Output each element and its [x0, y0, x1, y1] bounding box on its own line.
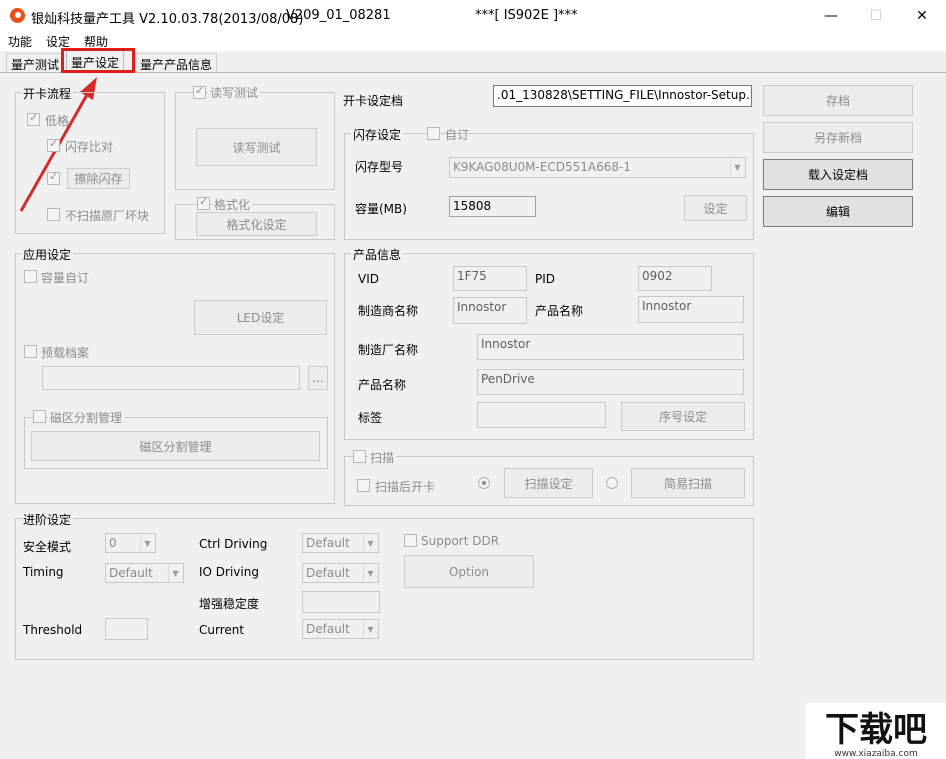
browse-button[interactable]: ... — [308, 366, 328, 390]
flash-set-button[interactable]: 设定 — [684, 195, 747, 221]
rw-test-button[interactable]: 读写测试 — [196, 128, 317, 166]
serial-settings-button[interactable]: 序号设定 — [621, 402, 745, 431]
scan-after-open-checkbox[interactable] — [357, 479, 370, 492]
capacity-custom-label: 容量自订 — [41, 269, 89, 286]
threshold-label: Threshold — [23, 623, 82, 637]
product-info-title: 产品信息 — [351, 246, 403, 263]
erase-flash-checkbox[interactable] — [47, 172, 60, 185]
ctrl-driving-select[interactable]: Default ▼ — [302, 533, 379, 553]
flash-compare-checkbox[interactable] — [47, 139, 60, 152]
stability-field[interactable] — [302, 591, 380, 613]
vid-label: VID — [358, 272, 379, 286]
safe-mode-value: 0 — [109, 536, 117, 550]
scan-checkbox[interactable] — [353, 450, 366, 463]
current-value: Default — [306, 622, 350, 636]
preload-path-input[interactable] — [42, 366, 300, 390]
option-button[interactable]: Option — [404, 555, 534, 588]
rw-test-checkbox[interactable] — [193, 86, 206, 99]
save-as-button[interactable]: 另存新档 — [763, 122, 913, 153]
flash-settings-title: 闪存设定 — [351, 126, 403, 143]
product-field[interactable]: Innostor — [638, 296, 744, 323]
stability-label: 增强稳定度 — [199, 595, 259, 612]
format-checkbox[interactable] — [197, 197, 210, 210]
setting-file-path[interactable]: .01_130828\SETTING_FILE\Innostor-Setup.i… — [493, 85, 752, 107]
flash-compare-label: 闪存比对 — [65, 138, 113, 155]
watermark-url: www.xiazaiba.com — [834, 749, 918, 759]
capacity-custom-checkbox[interactable] — [24, 270, 37, 283]
timing-value: Default — [109, 566, 153, 580]
manufacturer-field[interactable]: Innostor — [477, 334, 744, 360]
chevron-down-icon: ▼ — [363, 621, 377, 637]
vendor-label: 制造商名称 — [358, 302, 418, 319]
support-ddr-label: Support DDR — [421, 534, 499, 548]
load-settings-button[interactable]: 载入设定档 — [763, 159, 913, 190]
scan-settings-button[interactable]: 扫描设定 — [504, 468, 593, 498]
edit-button[interactable]: 编辑 — [763, 196, 913, 227]
flash-type-select[interactable]: K9KAG08U0M-ECD551A668-1 ▼ — [449, 157, 746, 178]
chevron-down-icon: ▼ — [140, 535, 154, 551]
io-driving-label: IO Driving — [199, 565, 259, 579]
partition-title: 磁区分割管理 — [48, 409, 124, 426]
vid-field[interactable]: 1F75 — [453, 266, 527, 291]
flash-custom-label: 自订 — [445, 126, 469, 143]
xiazaiba-watermark-logo: 下载吧 www.xiazaiba.com — [806, 703, 946, 759]
preload-label: 预载档案 — [41, 344, 89, 361]
no-scan-bad-label: 不扫描原厂坏块 — [65, 207, 149, 224]
threshold-field[interactable] — [105, 618, 148, 640]
product-name-label: 产品名称 — [358, 376, 406, 393]
timing-select[interactable]: Default ▼ — [105, 563, 184, 583]
tag-label: 标签 — [358, 409, 382, 426]
pid-field[interactable]: 0902 — [638, 266, 712, 291]
watermark-brand: 下载吧 — [825, 710, 927, 750]
flash-settings-group — [344, 133, 754, 240]
format-title: 格式化 — [212, 196, 252, 213]
ctrl-driving-value: Default — [306, 536, 350, 550]
flash-type-label: 闪存型号 — [355, 158, 403, 175]
safe-mode-select[interactable]: 0 ▼ — [105, 533, 156, 553]
safe-mode-label: 安全模式 — [23, 538, 71, 555]
preload-checkbox[interactable] — [24, 345, 37, 358]
no-scan-bad-checkbox[interactable] — [47, 208, 60, 221]
low-format-label: 低格 — [45, 112, 69, 129]
flash-capacity-field[interactable]: 15808 — [449, 196, 536, 217]
low-format-checkbox[interactable] — [27, 113, 40, 126]
ctrl-driving-label: Ctrl Driving — [199, 537, 267, 551]
scan-after-open-label: 扫描后开卡 — [375, 478, 435, 495]
led-settings-button[interactable]: LED设定 — [194, 300, 327, 335]
vendor-field[interactable]: Innostor — [453, 297, 527, 324]
io-driving-select[interactable]: Default ▼ — [302, 563, 379, 583]
product-name-field[interactable]: PenDrive — [477, 369, 744, 395]
flash-type-value: K9KAG08U0M-ECD551A668-1 — [453, 160, 631, 174]
setting-file-label: 开卡设定档 — [343, 92, 403, 109]
product-label: 产品名称 — [535, 302, 583, 319]
manufacturer-label: 制造厂名称 — [358, 341, 418, 358]
current-select[interactable]: Default ▼ — [302, 619, 379, 639]
flash-capacity-label: 容量(MB) — [355, 200, 407, 217]
chevron-down-icon: ▼ — [168, 565, 182, 581]
scan-title: 扫描 — [368, 449, 396, 466]
partition-checkbox[interactable] — [33, 410, 46, 423]
chevron-down-icon: ▼ — [363, 565, 377, 581]
flash-custom-checkbox[interactable] — [427, 127, 440, 140]
chevron-down-icon: ▼ — [730, 159, 744, 176]
advanced-settings-title: 进阶设定 — [21, 511, 73, 528]
scan-settings-radio[interactable] — [478, 477, 490, 489]
easy-scan-button[interactable]: 简易扫描 — [631, 468, 745, 498]
easy-scan-radio[interactable] — [606, 477, 618, 489]
io-driving-value: Default — [306, 566, 350, 580]
tag-field[interactable] — [477, 402, 606, 428]
chevron-down-icon: ▼ — [363, 535, 377, 551]
card-flow-title: 开卡流程 — [21, 85, 73, 102]
erase-flash-button[interactable]: 擦除闪存 — [67, 168, 130, 189]
pid-label: PID — [535, 272, 555, 286]
save-button[interactable]: 存档 — [763, 85, 913, 116]
support-ddr-checkbox[interactable] — [404, 534, 417, 547]
format-settings-button[interactable]: 格式化设定 — [196, 212, 317, 236]
current-label: Current — [199, 623, 244, 637]
app-settings-title: 应用设定 — [21, 246, 73, 263]
timing-label: Timing — [23, 565, 64, 579]
rw-test-title: 读写测试 — [208, 84, 260, 101]
partition-button[interactable]: 磁区分割管理 — [31, 431, 320, 461]
